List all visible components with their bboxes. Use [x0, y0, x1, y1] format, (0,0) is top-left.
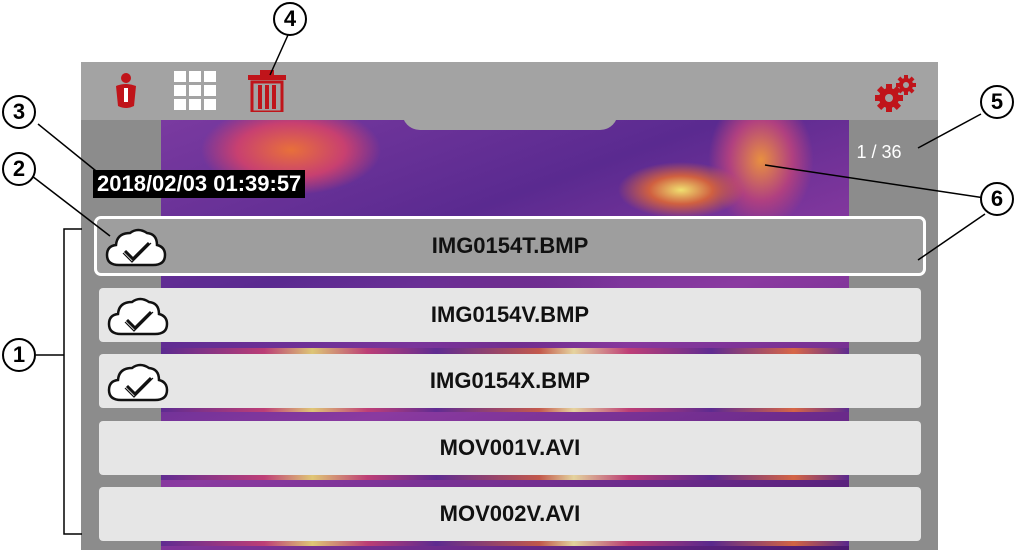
file-name: MOV002V.AVI: [439, 501, 581, 526]
callout-6: 6: [980, 182, 1014, 216]
callout-1: 1: [2, 338, 36, 372]
callout-3: 3: [2, 95, 36, 129]
callout-5: 5: [980, 85, 1014, 119]
file-name: IMG0154X.BMP: [429, 368, 591, 393]
file-list-item[interactable]: MOV002V.AVI: [99, 487, 921, 541]
cloud-check-icon: [105, 228, 167, 267]
image-counter: 1 / 36: [856, 142, 902, 162]
file-list-item[interactable]: IMG0154X.BMP: [99, 354, 921, 408]
file-name: MOV001V.AVI: [439, 435, 581, 460]
callout-4: 4: [273, 2, 307, 36]
file-list-item[interactable]: IMG0154T.BMP: [94, 216, 926, 276]
callout-2: 2: [2, 152, 36, 186]
file-name: IMG0154V.BMP: [430, 302, 590, 327]
toolbar-tab: [402, 110, 618, 130]
info-icon[interactable]: [109, 72, 143, 110]
cloud-check-icon: [107, 363, 169, 402]
file-list-item[interactable]: IMG0154V.BMP: [99, 288, 921, 342]
timestamp: 2018/02/03 01:39:57: [93, 170, 306, 198]
cloud-check-icon: [107, 297, 169, 336]
file-list-item[interactable]: MOV001V.AVI: [99, 421, 921, 475]
settings-gears-icon[interactable]: [874, 74, 918, 112]
file-name: IMG0154T.BMP: [431, 233, 589, 258]
grid-icon[interactable]: [174, 71, 216, 111]
device-screen: 1 / 36 2018/02/03 01:39:57 IMG0154T.BMP …: [81, 62, 938, 550]
trash-icon[interactable]: [247, 70, 287, 112]
